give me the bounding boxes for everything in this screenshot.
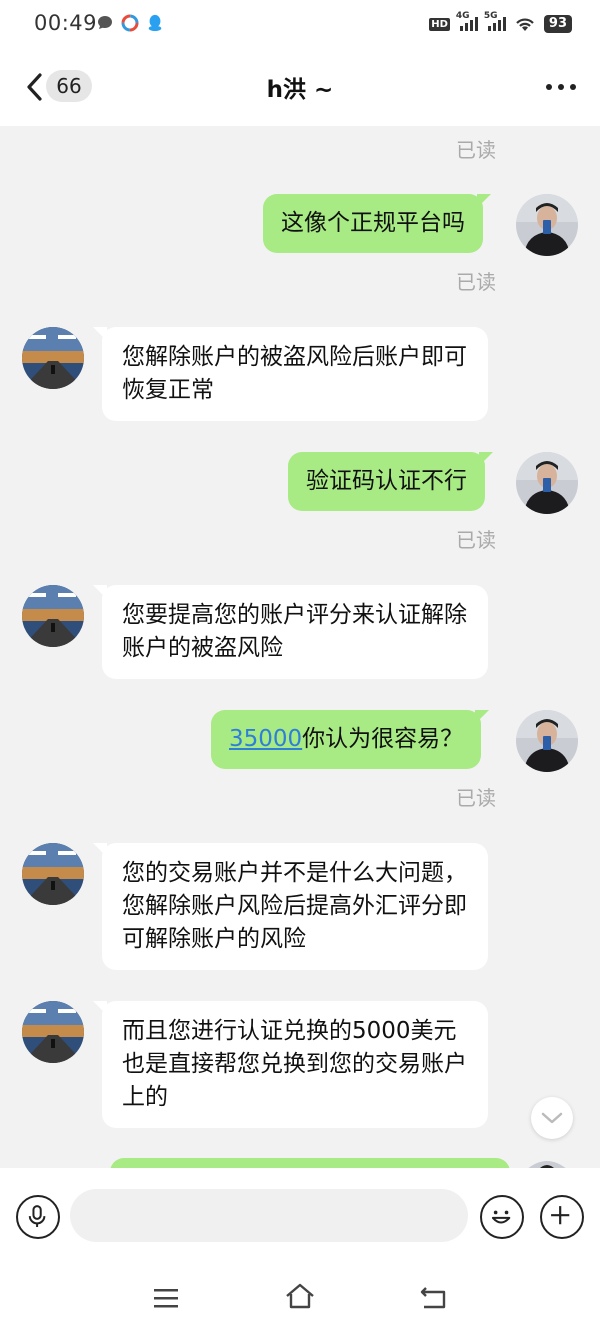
contact-avatar[interactable] (22, 1001, 84, 1063)
signal-4g-icon: 4G (456, 11, 478, 31)
chat-header: 66 h洪 ~ (0, 48, 600, 126)
home-icon[interactable] (284, 1282, 316, 1310)
incoming-message[interactable]: 您解除账户的被盗风险后账户即可恢复正常 (93, 327, 488, 421)
chat-title: h洪 ~ (266, 77, 334, 103)
input-bar (0, 1168, 600, 1268)
status-indicators: HD 4G 5G 93 (429, 11, 572, 35)
hd-indicator: HD (429, 17, 450, 31)
wifi-icon (516, 18, 534, 31)
message-notification-icon (98, 16, 112, 29)
signal-4g-label: 4G (455, 11, 470, 21)
contact-avatar[interactable] (22, 327, 84, 389)
outgoing-message[interactable]: 35000你认为很容易？ (211, 710, 490, 769)
status-time: 00:49 (34, 11, 98, 35)
incoming-message[interactable]: 您要提高您的账户评分来认证解除账户的被盗风险 (93, 585, 488, 679)
message-text: 你认为很容易？ (302, 726, 464, 752)
read-status: 已读 (456, 270, 496, 294)
contact-avatar[interactable] (22, 585, 84, 647)
plus-icon[interactable] (540, 1195, 584, 1239)
outgoing-message[interactable]: 这像个正规平台吗 (263, 194, 491, 253)
read-status: 已读 (456, 138, 496, 162)
number-link[interactable]: 35000 (229, 726, 302, 752)
mic-icon[interactable] (16, 1195, 60, 1239)
smile-icon[interactable] (480, 1195, 524, 1239)
back-icon[interactable] (418, 1284, 448, 1310)
incoming-message[interactable]: 您的交易账户并不是什么大问题，您解除账户风险后提高外汇评分即可解除账户的风险 (93, 843, 488, 970)
outgoing-message[interactable]: 验证码认证不行 (288, 452, 493, 511)
app-notification-icon (121, 14, 139, 32)
read-status: 已读 (456, 528, 496, 552)
my-avatar[interactable] (516, 710, 578, 772)
more-dots-icon[interactable] (546, 84, 576, 90)
contact-avatar[interactable] (22, 843, 84, 905)
my-avatar[interactable] (516, 452, 578, 514)
menu-icon[interactable] (152, 1286, 180, 1310)
message-input[interactable] (70, 1189, 468, 1242)
qq-notification-icon (148, 14, 162, 32)
read-status: 已读 (456, 786, 496, 810)
incoming-message[interactable]: 而且您进行认证兑换的5000美元也是直接帮您兑换到您的交易账户上的 (93, 1001, 488, 1128)
signal-5g-icon: 5G (484, 11, 506, 31)
battery-level: 93 (543, 15, 572, 33)
system-nav-bar (0, 1268, 600, 1333)
chevron-down-icon[interactable] (531, 1097, 573, 1139)
my-avatar[interactable] (516, 194, 578, 256)
signal-5g-label: 5G (483, 11, 498, 21)
status-bar: 00:49 HD 4G 5G 93 (0, 0, 600, 48)
